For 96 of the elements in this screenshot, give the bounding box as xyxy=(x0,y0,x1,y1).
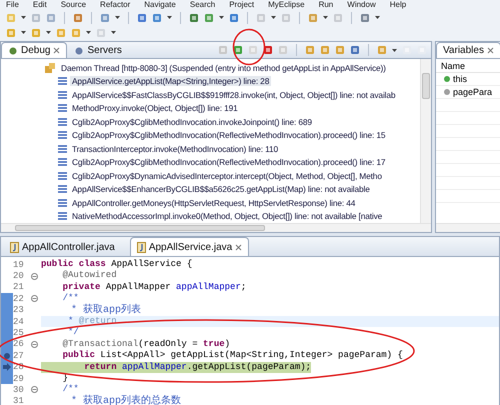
close-icon[interactable] xyxy=(53,47,60,54)
stack-frame-icon xyxy=(58,77,67,86)
variable-icon xyxy=(444,89,450,95)
caret-icon[interactable] xyxy=(375,16,380,19)
stack-frame[interactable]: TransactionInterceptor.invoke(MethodInvocation) line: 110 xyxy=(70,144,280,154)
stack-frame-icon xyxy=(58,212,67,220)
code-line: private AppAllMapper appAllMapper; xyxy=(62,282,246,294)
caret-icon[interactable] xyxy=(111,31,116,34)
caret-icon[interactable] xyxy=(46,31,51,34)
scrollbar-thumb[interactable] xyxy=(15,225,265,231)
menu-item[interactable]: Window xyxy=(347,0,376,9)
column-header: Name xyxy=(436,59,500,73)
scrollbar[interactable] xyxy=(436,223,500,232)
editor-tab[interactable]: AppAllService.java xyxy=(130,237,250,256)
code-line: */ xyxy=(67,327,79,339)
stack-frame[interactable]: MethodProxy.invoke(Object, Object[]) line: 191 xyxy=(70,103,240,114)
stack-frame[interactable]: Cglib2AopProxy$CglibMethodInvocation.invokeJoinpoint() line: 689 xyxy=(70,116,314,127)
menu-item[interactable]: MyEclipse xyxy=(268,0,305,9)
menu-item[interactable]: Navigate xyxy=(144,0,176,9)
fold-icon[interactable] xyxy=(31,295,38,302)
code-line: @Transactional(readOnly = true) xyxy=(62,338,230,350)
stack-frame-icon xyxy=(58,158,67,166)
caret-icon[interactable] xyxy=(115,16,120,19)
fold-icon[interactable] xyxy=(31,386,38,394)
menu-item[interactable]: File xyxy=(6,0,19,9)
code-line: * 获取app列表的总条数 xyxy=(70,396,182,405)
caret-icon[interactable] xyxy=(323,16,328,19)
code-line: public class AppAllService { xyxy=(41,259,192,270)
variable-icon xyxy=(444,76,450,82)
caret-icon[interactable] xyxy=(167,16,172,19)
thread-icon xyxy=(45,62,56,73)
line-number: 23 xyxy=(13,305,25,316)
caret-icon[interactable] xyxy=(86,31,91,34)
menu-item[interactable]: Help xyxy=(390,0,406,9)
stack-frame-icon xyxy=(58,144,67,153)
stack-frame[interactable]: AppAllController.getMoneys(HttpServletRequest, HttpServletResponse) line: 44 xyxy=(70,198,358,208)
line-number: 20 xyxy=(13,271,25,282)
fold-icon[interactable] xyxy=(31,272,38,280)
stack-frame[interactable]: AppAllService$$FastClassByCGLIB$$919fff28.invoke(int, Object, Object[]) line: not availab xyxy=(70,90,398,100)
scrollbar[interactable] xyxy=(420,59,431,223)
stack-frame[interactable]: Cglib2AopProxy$CglibMethodInvocation(ReflectiveMethodInvocation).proceed() line: 15 xyxy=(70,130,388,140)
menu-item[interactable]: Run xyxy=(318,0,334,9)
stack-frame[interactable]: NativeMethodAccessorImpl.invoke0(Method, Object, Object[]) line: not available [native xyxy=(70,211,384,222)
editor-tab[interactable]: AppAllController.java xyxy=(3,237,122,256)
stack-frame-icon xyxy=(58,185,67,194)
fold-icon[interactable] xyxy=(31,340,38,348)
variable-name[interactable]: pagePara xyxy=(453,87,492,97)
stack-frame-icon xyxy=(58,104,67,112)
caret-icon[interactable] xyxy=(21,16,26,19)
view-tab[interactable]: Variables xyxy=(436,42,500,58)
variable-name[interactable]: this xyxy=(453,74,468,84)
line-number: 26 xyxy=(13,339,25,350)
stack-frame[interactable]: AppAllService.getAppList(Map<String,Integer>) line: 28 xyxy=(70,76,272,86)
close-icon[interactable] xyxy=(486,47,494,54)
line-number: 21 xyxy=(13,282,25,292)
scrollbar[interactable] xyxy=(1,223,431,232)
menu-item[interactable]: Source xyxy=(60,0,86,9)
line-number: 22 xyxy=(13,294,25,304)
caret-icon[interactable] xyxy=(271,16,276,19)
stack-frame[interactable]: AppAllService$$EnhancerByCGLIB$$a5626c25.getAppList(Map) line: not available xyxy=(70,184,372,194)
stack-frame[interactable]: Cglib2AopProxy$DynamicAdvisedInterceptor.intercept(Object, Method, Object[], Metho xyxy=(70,170,384,181)
stack-frame-icon xyxy=(58,172,67,180)
view-tab[interactable]: Debug xyxy=(1,42,68,58)
code-line: public List<AppAll> getAppList(Map<String,Integer> pageParam) { xyxy=(62,350,403,362)
code-line: * @return xyxy=(67,316,117,328)
stack-frame-icon xyxy=(58,131,67,140)
caret-icon[interactable] xyxy=(21,31,26,34)
view-tab[interactable]: Servers xyxy=(67,42,129,58)
thread-item[interactable]: Daemon Thread [http-8080-3] (Suspended (entry into method getAppList in AppAllService)) xyxy=(59,62,388,73)
line-number: 19 xyxy=(13,260,25,270)
menu-item[interactable]: Edit xyxy=(32,0,47,9)
caret-icon[interactable] xyxy=(219,16,224,19)
menu-item[interactable]: Search xyxy=(190,0,216,9)
java-file-icon xyxy=(10,242,19,252)
line-number: 30 xyxy=(13,384,25,395)
code-line: * 获取app列表 xyxy=(70,304,142,316)
stack-frame-icon xyxy=(58,118,67,126)
scrollbar-thumb[interactable] xyxy=(422,73,430,99)
menu-item[interactable]: Refactor xyxy=(100,0,130,9)
annotation-ellipse xyxy=(232,28,266,66)
code-line: /** xyxy=(62,293,79,304)
code-line: @Autowired xyxy=(62,270,117,282)
stack-frame[interactable]: Cglib2AopProxy$CglibMethodInvocation(ReflectiveMethodInvocation).proceed() line: 17 xyxy=(70,157,388,168)
line-number: 31 xyxy=(13,396,25,405)
line-number: 27 xyxy=(13,350,25,361)
stack-frame-icon xyxy=(58,90,67,99)
menu-item[interactable]: Project xyxy=(229,0,254,9)
code-line: /** xyxy=(62,384,79,396)
line-number: 24 xyxy=(13,316,25,327)
line-number: 29 xyxy=(13,374,25,384)
close-icon[interactable] xyxy=(235,244,242,250)
line-number: 25 xyxy=(13,328,25,338)
java-file-icon xyxy=(136,242,146,252)
stack-frame-icon xyxy=(58,198,67,207)
bug-icon xyxy=(8,46,18,56)
caret-icon[interactable] xyxy=(392,48,397,52)
